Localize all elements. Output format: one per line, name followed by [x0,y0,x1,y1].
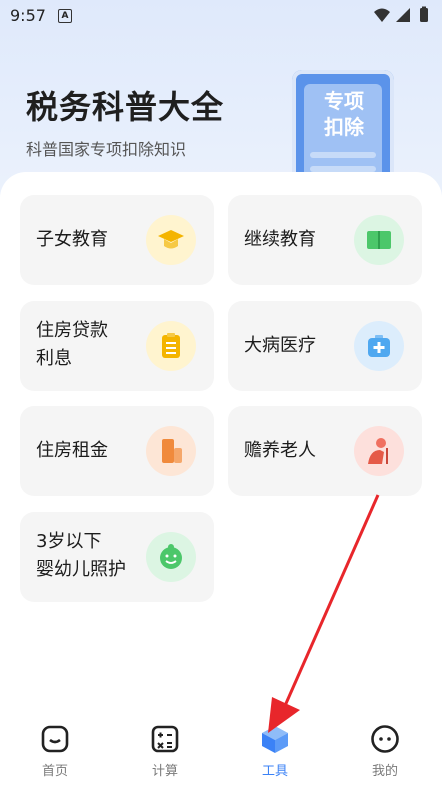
card-label: 婴幼儿照护 [36,559,126,580]
card-serious-illness-medical[interactable]: 大病医疗 [228,301,422,391]
card-infant-care[interactable]: 3岁以下 婴幼儿照护 [20,512,214,602]
building-icon [146,426,196,476]
nav-mine[interactable]: 我的 [330,712,440,785]
nav-home[interactable]: 首页 [0,712,110,785]
home-icon [40,724,70,754]
card-label: 3岁以下 [36,531,102,552]
card-housing-rent[interactable]: 住房租金 [20,406,214,496]
nav-mine-label: 我的 [371,764,398,779]
battery-icon [420,8,428,22]
profile-icon [370,724,400,754]
nav-calculate-label: 计算 [151,764,178,779]
card-label: 住房租金 [36,440,108,461]
signal-icon [396,8,410,22]
nav-tools-label: 工具 [261,764,288,779]
page-subtitle: 科普国家专项扣除知识 [26,140,187,159]
card-housing-loan-interest[interactable]: 住房贷款 利息 [20,301,214,391]
nav-home-label: 首页 [41,764,68,779]
page-title: 税务科普大全 [26,88,225,126]
status-bar: 9:57 A [0,0,442,30]
card-elderly-support[interactable]: 赡养老人 [228,406,422,496]
nav-calculate[interactable]: 计算 [110,712,220,785]
card-children-education[interactable]: 子女教育 [20,195,214,285]
illustration-text-line2: 扣除 [324,115,364,139]
card-label: 继续教育 [244,229,316,250]
notification-icon: A [58,9,72,23]
phone-illustration: 专项 扣除 [292,70,394,185]
graduation-cap-icon [146,215,196,265]
clipboard-icon [146,321,196,371]
nav-tools[interactable]: 工具 [220,712,330,785]
book-icon [354,215,404,265]
calculator-icon [150,724,180,754]
card-continuing-education[interactable]: 继续教育 [228,195,422,285]
bottom-nav: 首页 计算 工具 我的 [0,712,442,785]
card-label: 住房贷款 [36,320,108,341]
card-label: 利息 [36,348,72,369]
medical-kit-icon [354,321,404,371]
status-icons [372,6,434,28]
wifi-icon [374,8,390,22]
card-label: 赡养老人 [244,440,316,461]
card-label: 子女教育 [36,229,108,250]
baby-face-icon [146,532,196,582]
status-time: 9:57 [10,6,46,25]
elderly-person-icon [354,426,404,476]
illustration-text-line1: 专项 [324,89,364,113]
card-label: 大病医疗 [244,335,316,356]
cube-icon [260,724,290,754]
